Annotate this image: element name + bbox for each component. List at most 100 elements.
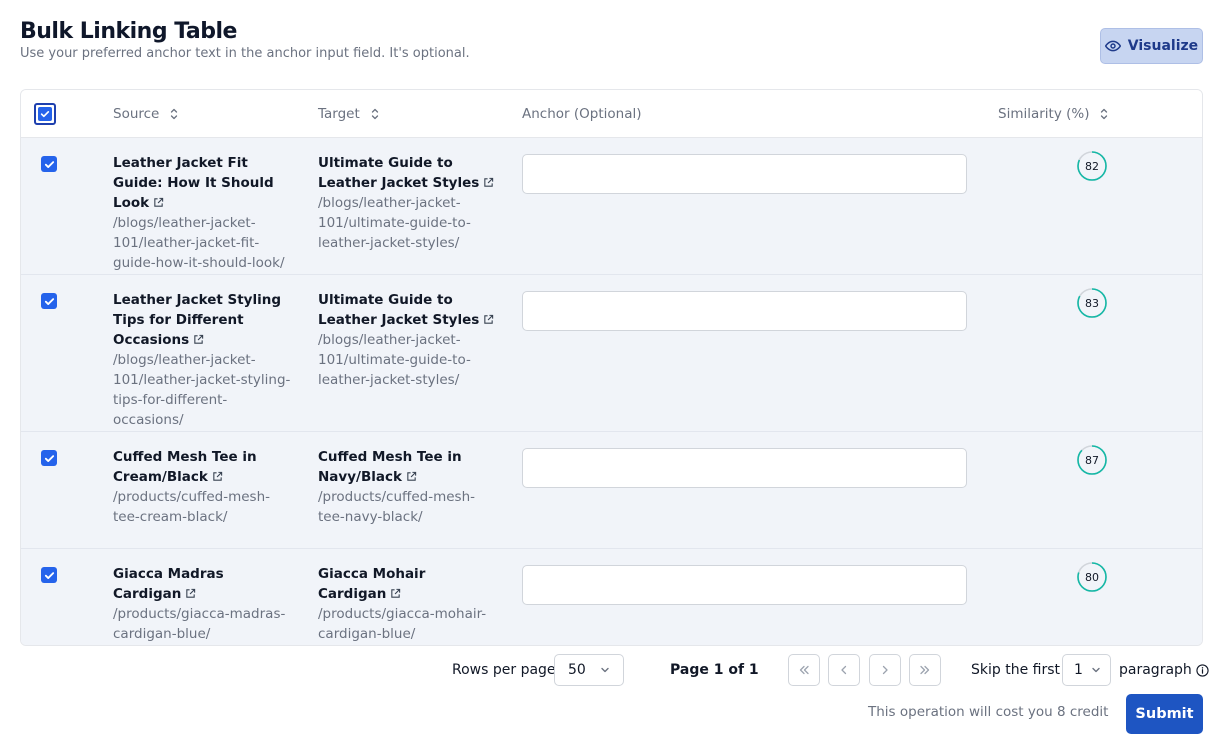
visualize-button[interactable]: Visualize (1100, 28, 1203, 64)
page-indicator: Page 1 of 1 (670, 662, 759, 678)
column-header-source[interactable]: Source (113, 90, 179, 138)
similarity-value: 87 (1085, 453, 1099, 467)
chevron-down-icon (1092, 667, 1100, 673)
target-cell: Ultimate Guide to Leather Jacket Styles … (318, 290, 498, 390)
row-checkbox[interactable] (41, 450, 57, 466)
external-link-icon[interactable] (193, 334, 204, 345)
submit-button[interactable]: Submit (1126, 694, 1203, 734)
source-cell: Leather Jacket Styling Tips for Differen… (113, 290, 293, 430)
chevron-right-icon (882, 665, 888, 675)
source-cell: Cuffed Mesh Tee in Cream/Black /products… (113, 447, 273, 527)
column-header-anchor: Anchor (Optional) (522, 90, 641, 138)
anchor-input[interactable] (522, 448, 967, 488)
row-checkbox[interactable] (41, 156, 57, 172)
similarity-value: 83 (1085, 296, 1099, 310)
external-link-icon[interactable] (185, 588, 196, 599)
external-link-icon[interactable] (406, 471, 417, 482)
source-link[interactable]: Cuffed Mesh Tee in Cream/Black (113, 447, 273, 487)
select-all-checkbox[interactable] (34, 103, 56, 125)
next-page-button[interactable] (869, 654, 901, 686)
target-link[interactable]: Ultimate Guide to Leather Jacket Styles (318, 290, 498, 330)
column-target-label: Target (318, 106, 360, 122)
column-similarity-label: Similarity (%) (998, 106, 1090, 122)
chevrons-right-icon (920, 665, 930, 675)
pagination-bar: Rows per page 50 Page 1 of 1 Skip the fi… (20, 654, 1209, 686)
table-header: Source Target Anchor (Optional) Similari… (21, 90, 1202, 138)
skip-label: Skip the first (971, 662, 1061, 678)
anchor-input[interactable] (522, 565, 967, 605)
similarity-value: 82 (1085, 159, 1099, 173)
column-header-target[interactable]: Target (318, 90, 380, 138)
column-source-label: Source (113, 106, 160, 122)
table-row: Leather Jacket Fit Guide: How It Should … (21, 138, 1202, 275)
table-row: Cuffed Mesh Tee in Cream/Black /products… (21, 432, 1202, 549)
similarity-value: 80 (1085, 570, 1099, 584)
eye-icon (1104, 40, 1121, 52)
column-anchor-label: Anchor (Optional) (522, 106, 642, 122)
target-link[interactable]: Cuffed Mesh Tee in Navy/Black (318, 447, 478, 487)
anchor-input[interactable] (522, 154, 967, 194)
chevrons-left-icon (799, 665, 809, 675)
check-icon (40, 111, 50, 118)
check-icon (44, 160, 54, 168)
sort-icon (371, 108, 378, 120)
info-icon[interactable] (1196, 663, 1209, 677)
last-page-button[interactable] (909, 654, 941, 686)
target-cell: Cuffed Mesh Tee in Navy/Black /products/… (318, 447, 478, 527)
paragraph-label: paragraph (1119, 662, 1192, 678)
source-path: /products/cuffed-mesh-tee-cream-black/ (113, 489, 270, 525)
rows-per-page-value: 50 (568, 662, 586, 678)
target-link[interactable]: Giacca Mohair Cardigan (318, 564, 498, 604)
check-icon (44, 454, 54, 462)
skip-value: 1 (1074, 662, 1083, 678)
target-link[interactable]: Ultimate Guide to Leather Jacket Styles (318, 153, 498, 193)
target-path: /blogs/leather-jacket-101/ultimate-guide… (318, 195, 471, 251)
rows-per-page-select[interactable]: 50 (554, 654, 624, 686)
target-path: /blogs/leather-jacket-101/ultimate-guide… (318, 332, 471, 388)
sort-icon (171, 108, 178, 120)
row-checkbox[interactable] (41, 567, 57, 583)
cost-notice: This operation will cost you 8 credit (868, 704, 1109, 720)
external-link-icon[interactable] (153, 197, 164, 208)
similarity-ring: 87 (1076, 444, 1108, 476)
source-link[interactable]: Leather Jacket Styling Tips for Differen… (113, 290, 293, 350)
skip-paragraph-select[interactable]: 1 (1062, 654, 1111, 686)
page-subtitle: Use your preferred anchor text in the an… (20, 46, 470, 61)
external-link-icon[interactable] (390, 588, 401, 599)
source-link[interactable]: Giacca Madras Cardigan (113, 564, 293, 604)
first-page-button[interactable] (788, 654, 820, 686)
similarity-ring: 83 (1076, 287, 1108, 319)
bulk-linking-table: Source Target Anchor (Optional) Similari… (20, 89, 1203, 646)
target-path: /products/giacca-mohair-cardigan-blue/ (318, 606, 487, 642)
source-link[interactable]: Leather Jacket Fit Guide: How It Should … (113, 153, 288, 213)
external-link-icon[interactable] (483, 314, 494, 325)
rows-per-page-label: Rows per page (452, 662, 556, 678)
table-row: Giacca Madras Cardigan /products/giacca-… (21, 549, 1202, 645)
check-icon (44, 297, 54, 305)
previous-page-button[interactable] (828, 654, 860, 686)
source-cell: Leather Jacket Fit Guide: How It Should … (113, 153, 288, 273)
check-icon (44, 571, 54, 579)
table-row: Leather Jacket Styling Tips for Differen… (21, 275, 1202, 432)
target-cell: Giacca Mohair Cardigan /products/giacca-… (318, 564, 498, 644)
source-path: /blogs/leather-jacket-101/leather-jacket… (113, 215, 285, 271)
similarity-ring: 80 (1076, 561, 1108, 593)
source-path: /blogs/leather-jacket-101/leather-jacket… (113, 352, 291, 428)
source-path: /products/giacca-madras-cardigan-blue/ (113, 606, 286, 642)
visualize-label: Visualize (1127, 38, 1199, 54)
target-cell: Ultimate Guide to Leather Jacket Styles … (318, 153, 498, 253)
sort-icon (1101, 108, 1108, 120)
page-title: Bulk Linking Table (20, 19, 237, 44)
column-header-similarity[interactable]: Similarity (%) (998, 90, 1109, 138)
row-checkbox[interactable] (41, 293, 57, 309)
chevron-left-icon (841, 665, 847, 675)
chevron-down-icon (601, 667, 609, 673)
source-cell: Giacca Madras Cardigan /products/giacca-… (113, 564, 293, 644)
anchor-input[interactable] (522, 291, 967, 331)
external-link-icon[interactable] (483, 177, 494, 188)
target-path: /products/cuffed-mesh-tee-navy-black/ (318, 489, 475, 525)
paragraph-label-group: paragraph (1119, 654, 1209, 686)
similarity-ring: 82 (1076, 150, 1108, 182)
page-header: Bulk Linking Table Use your preferred an… (20, 18, 1203, 68)
external-link-icon[interactable] (212, 471, 223, 482)
